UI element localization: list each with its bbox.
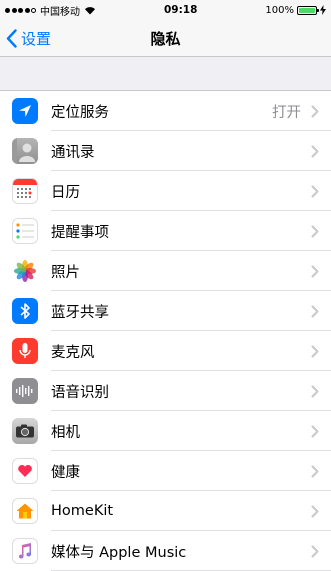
chevron-right-icon (311, 185, 319, 197)
reminders-icon (12, 218, 38, 244)
chevron-right-icon (311, 105, 319, 117)
speech-recognition-icon (12, 378, 38, 404)
calendar-icon (12, 178, 38, 204)
back-label: 设置 (21, 29, 52, 48)
row-label: 语音识别 (51, 384, 109, 401)
row-value: 打开 (272, 104, 301, 121)
camera-icon (12, 418, 38, 444)
row-label: 蓝牙共享 (51, 304, 109, 321)
charging-icon (320, 5, 326, 15)
chevron-right-icon (311, 545, 319, 557)
row-photos[interactable]: 照片 (0, 251, 331, 291)
music-icon (12, 538, 38, 564)
row-health[interactable]: 健康 (0, 451, 331, 491)
row-label: 麦克风 (51, 344, 95, 361)
contacts-icon (12, 138, 38, 164)
status-right: 100% (265, 5, 326, 16)
row-media-apple-music[interactable]: 媒体与 Apple Music (0, 531, 331, 571)
battery-icon (297, 5, 319, 15)
row-homekit[interactable]: HomeKit (0, 491, 331, 531)
chevron-right-icon (311, 465, 319, 477)
row-bluetooth-sharing[interactable]: 蓝牙共享 (0, 291, 331, 331)
microphone-icon (12, 338, 38, 364)
chevron-right-icon (311, 385, 319, 397)
signal-strength-icon (5, 7, 36, 13)
battery-percent: 100% (265, 4, 294, 16)
carrier-name: 中国移动 (40, 6, 80, 18)
chevron-right-icon (311, 425, 319, 437)
row-label: 媒体与 Apple Music (51, 544, 187, 561)
back-button[interactable]: 设置 (0, 28, 51, 49)
chevron-right-icon (311, 345, 319, 357)
row-label: 通讯录 (51, 144, 95, 161)
row-calendar[interactable]: 日历 (0, 171, 331, 211)
privacy-settings-list: 定位服务 打开 通讯录 日历 提醒事项 照片 蓝牙共享 麦克风 语音识别 相机 … (0, 90, 331, 571)
chevron-right-icon (311, 145, 319, 157)
navigation-bar: 设置 隐私 (0, 20, 331, 57)
row-microphone[interactable]: 麦克风 (0, 331, 331, 371)
photos-icon (12, 258, 38, 284)
row-label: HomeKit (51, 503, 114, 519)
status-left: 中国移动 (5, 3, 96, 18)
bluetooth-icon (12, 298, 38, 324)
status-bar: 中国移动 09:18 100% (0, 0, 331, 20)
chevron-right-icon (311, 505, 319, 517)
row-contacts[interactable]: 通讯录 (0, 131, 331, 171)
chevron-left-icon (6, 28, 17, 48)
row-camera[interactable]: 相机 (0, 411, 331, 451)
row-label: 定位服务 (51, 104, 109, 121)
row-label: 相机 (51, 424, 80, 441)
location-arrow-icon (12, 98, 38, 124)
chevron-right-icon (311, 225, 319, 237)
health-icon (12, 458, 38, 484)
row-label: 照片 (51, 264, 80, 281)
row-location-services[interactable]: 定位服务 打开 (0, 91, 331, 131)
chevron-right-icon (311, 265, 319, 277)
status-time: 09:18 (163, 4, 198, 16)
chevron-right-icon (311, 305, 319, 317)
row-reminders[interactable]: 提醒事项 (0, 211, 331, 251)
row-speech-recognition[interactable]: 语音识别 (0, 371, 331, 411)
row-label: 提醒事项 (51, 224, 109, 241)
row-label: 健康 (51, 464, 80, 481)
homekit-icon (12, 498, 38, 524)
row-label: 日历 (51, 184, 80, 201)
wifi-icon (85, 6, 95, 14)
